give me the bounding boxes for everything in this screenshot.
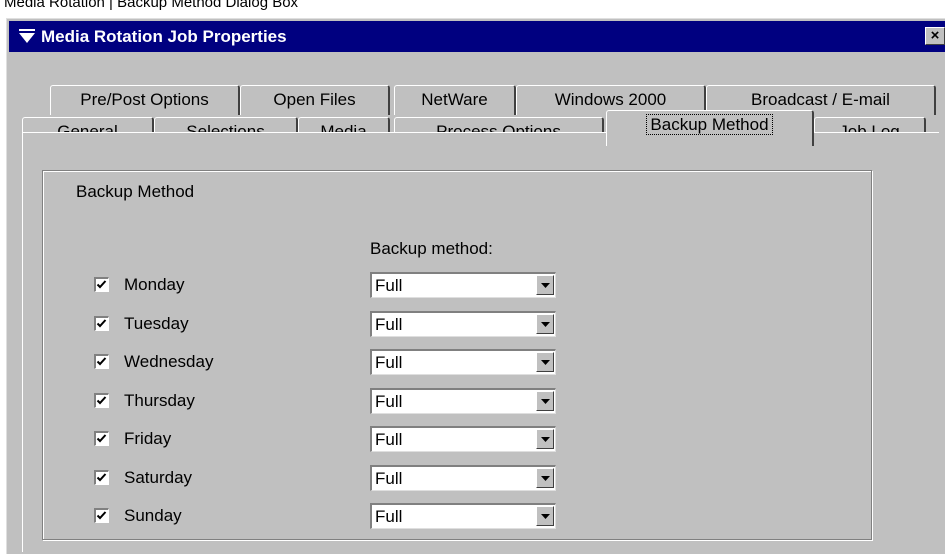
tab-label: Windows 2000 <box>554 90 667 109</box>
title-bar[interactable]: Media Rotation Job Properties × <box>9 21 945 52</box>
thursday-method-select[interactable]: Full <box>370 388 556 414</box>
select-value: Full <box>375 315 403 334</box>
sunday-method-select[interactable]: Full <box>370 503 556 529</box>
select-value: Full <box>375 469 403 488</box>
dropdown-button[interactable] <box>536 275 554 295</box>
sunday-checkbox[interactable] <box>94 508 109 523</box>
tab-label: Pre/Post Options <box>80 90 209 109</box>
tab-backup-method[interactable]: Backup Method <box>606 110 814 146</box>
tab-label: Open Files <box>273 90 356 109</box>
tab-label: NetWare <box>421 90 488 109</box>
close-button[interactable]: × <box>925 27 945 45</box>
chevron-down-icon <box>541 360 550 365</box>
select-value: Full <box>375 276 403 295</box>
monday-checkbox[interactable] <box>94 277 109 292</box>
tuesday-method-select[interactable]: Full <box>370 311 556 337</box>
figure-caption: Media Rotation | Backup Method Dialog Bo… <box>4 0 299 11</box>
tuesday-label: Tuesday <box>124 314 189 333</box>
dropdown-button[interactable] <box>536 429 554 449</box>
monday-label: Monday <box>124 275 185 294</box>
checkmark-icon <box>96 357 107 366</box>
dropdown-button[interactable] <box>536 506 554 526</box>
checkmark-icon <box>96 434 107 443</box>
checkmark-icon <box>96 280 107 289</box>
window-title: Media Rotation Job Properties <box>41 27 287 46</box>
friday-method-select[interactable]: Full <box>370 426 556 452</box>
checkmark-icon <box>96 511 107 520</box>
backup-method-column-header: Backup method: <box>370 239 493 258</box>
chevron-down-icon <box>541 476 550 481</box>
checkmark-icon <box>96 319 107 328</box>
friday-label: Friday <box>124 429 172 448</box>
close-icon: × <box>930 27 940 44</box>
tab-pre-post-options[interactable]: Pre/Post Options <box>50 85 240 115</box>
dropdown-button[interactable] <box>536 391 554 411</box>
thursday-label: Thursday <box>124 391 195 410</box>
dropdown-button[interactable] <box>536 468 554 488</box>
chevron-down-icon <box>541 514 550 519</box>
wednesday-label: Wednesday <box>124 352 214 371</box>
checkmark-icon <box>96 396 107 405</box>
chevron-down-icon <box>541 399 550 404</box>
tab-label: Backup Method <box>646 114 773 135</box>
wednesday-checkbox[interactable] <box>94 354 109 369</box>
tab-netware[interactable]: NetWare <box>394 85 516 115</box>
app-menu-icon[interactable] <box>19 29 35 45</box>
friday-checkbox[interactable] <box>94 431 109 446</box>
dropdown-button[interactable] <box>536 314 554 334</box>
select-value: Full <box>375 430 403 449</box>
saturday-method-select[interactable]: Full <box>370 465 556 491</box>
chevron-down-icon <box>541 322 550 327</box>
chevron-down-icon <box>541 437 550 442</box>
dropdown-button[interactable] <box>536 352 554 372</box>
chevron-down-icon <box>541 283 550 288</box>
sunday-label: Sunday <box>124 506 182 525</box>
select-value: Full <box>375 353 403 372</box>
select-value: Full <box>375 392 403 411</box>
tab-label: Broadcast / E-mail <box>751 90 890 109</box>
saturday-checkbox[interactable] <box>94 470 109 485</box>
select-value: Full <box>375 507 403 526</box>
monday-method-select[interactable]: Full <box>370 272 556 298</box>
wednesday-method-select[interactable]: Full <box>370 349 556 375</box>
checkmark-icon <box>96 473 107 482</box>
group-label: Backup Method <box>74 182 197 202</box>
saturday-label: Saturday <box>124 468 193 487</box>
tab-open-files[interactable]: Open Files <box>240 85 390 115</box>
tuesday-checkbox[interactable] <box>94 316 109 331</box>
thursday-checkbox[interactable] <box>94 393 109 408</box>
